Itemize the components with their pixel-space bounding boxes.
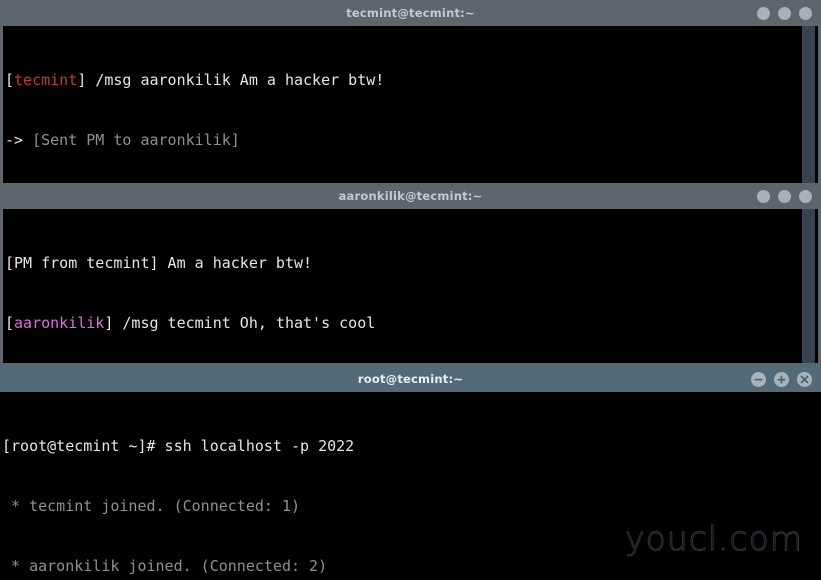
text-segment: * tecmint joined. (Connected: 1) [2,497,301,515]
terminal-body-aaronkilik[interactable]: [PM from tecmint] Am a hacker btw! [aaro… [0,209,821,366]
text-segment: ] /msg aaronkilik Am a hacker btw! [77,71,385,89]
text-segment: tecmint [14,71,78,89]
desktop: tecmint@tecmint:~ [tecmint] /msg aaronki… [0,0,821,580]
close-dot-icon[interactable] [799,189,812,203]
minimize-button-icon[interactable] [751,371,766,387]
text-segment: [Sent PM to aaronkilik] [32,131,240,149]
window-controls[interactable] [757,183,812,209]
text-segment: ] /msg tecmint Oh, that's cool [104,314,376,332]
terminal-body-root[interactable]: [root@tecmint ~]# ssh localhost -p 2022 … [0,392,821,580]
window-controls[interactable] [751,366,812,392]
terminal-line: -> [Sent PM to aaronkilik] [5,130,818,150]
text-segment: [root@tecmint ~]# ssh localhost -p 2022 [2,437,355,455]
terminal-window-root[interactable]: root@tecmint:~ [root@tecmint ~]# ssh loc… [0,366,821,580]
window-title: aaronkilik@tecmint:~ [338,189,483,203]
terminal-window-aaronkilik[interactable]: aaronkilik@tecmint:~ [PM from tecmint] A… [0,183,821,366]
minimize-dot-icon[interactable] [757,189,770,203]
text-segment: [PM from tecmint] Am a hacker btw! [5,254,313,272]
terminal-line: * tecmint joined. (Connected: 1) [2,496,821,516]
terminal-body-tecmint[interactable]: [tecmint] /msg aaronkilik Am a hacker bt… [0,26,821,188]
titlebar-aaronkilik[interactable]: aaronkilik@tecmint:~ [0,183,821,209]
window-title: root@tecmint:~ [357,372,464,386]
text-segment: -> [5,131,33,149]
maximize-dot-icon[interactable] [778,189,791,203]
maximize-dot-icon[interactable] [778,6,791,20]
terminal-window-tecmint[interactable]: tecmint@tecmint:~ [tecmint] /msg aaronki… [0,0,821,188]
window-controls[interactable] [757,0,812,26]
minimize-dot-icon[interactable] [757,6,770,20]
terminal-output-aaronkilik: [PM from tecmint] Am a hacker btw! [aaro… [3,209,818,366]
text-segment: [ [5,71,15,89]
terminal-output-root: [root@tecmint ~]# ssh localhost -p 2022 … [0,392,821,580]
terminal-line: [PM from tecmint] Am a hacker btw! [5,253,818,273]
terminal-output-tecmint: [tecmint] /msg aaronkilik Am a hacker bt… [3,26,818,188]
text-segment: aaronkilik [14,314,105,332]
titlebar-tecmint[interactable]: tecmint@tecmint:~ [0,0,821,26]
text-segment: [ [5,314,15,332]
text-segment: * aaronkilik joined. (Connected: 2) [2,557,328,575]
close-button-icon[interactable] [797,371,812,387]
maximize-button-icon[interactable] [774,371,789,387]
terminal-line: [aaronkilik] /msg tecmint Oh, that's coo… [5,313,818,333]
terminal-line: [root@tecmint ~]# ssh localhost -p 2022 [2,436,821,456]
terminal-line: * aaronkilik joined. (Connected: 2) [2,556,821,576]
close-dot-icon[interactable] [799,6,812,20]
titlebar-root[interactable]: root@tecmint:~ [0,366,821,392]
terminal-line: [tecmint] /msg aaronkilik Am a hacker bt… [5,70,818,90]
window-title: tecmint@tecmint:~ [346,6,475,20]
